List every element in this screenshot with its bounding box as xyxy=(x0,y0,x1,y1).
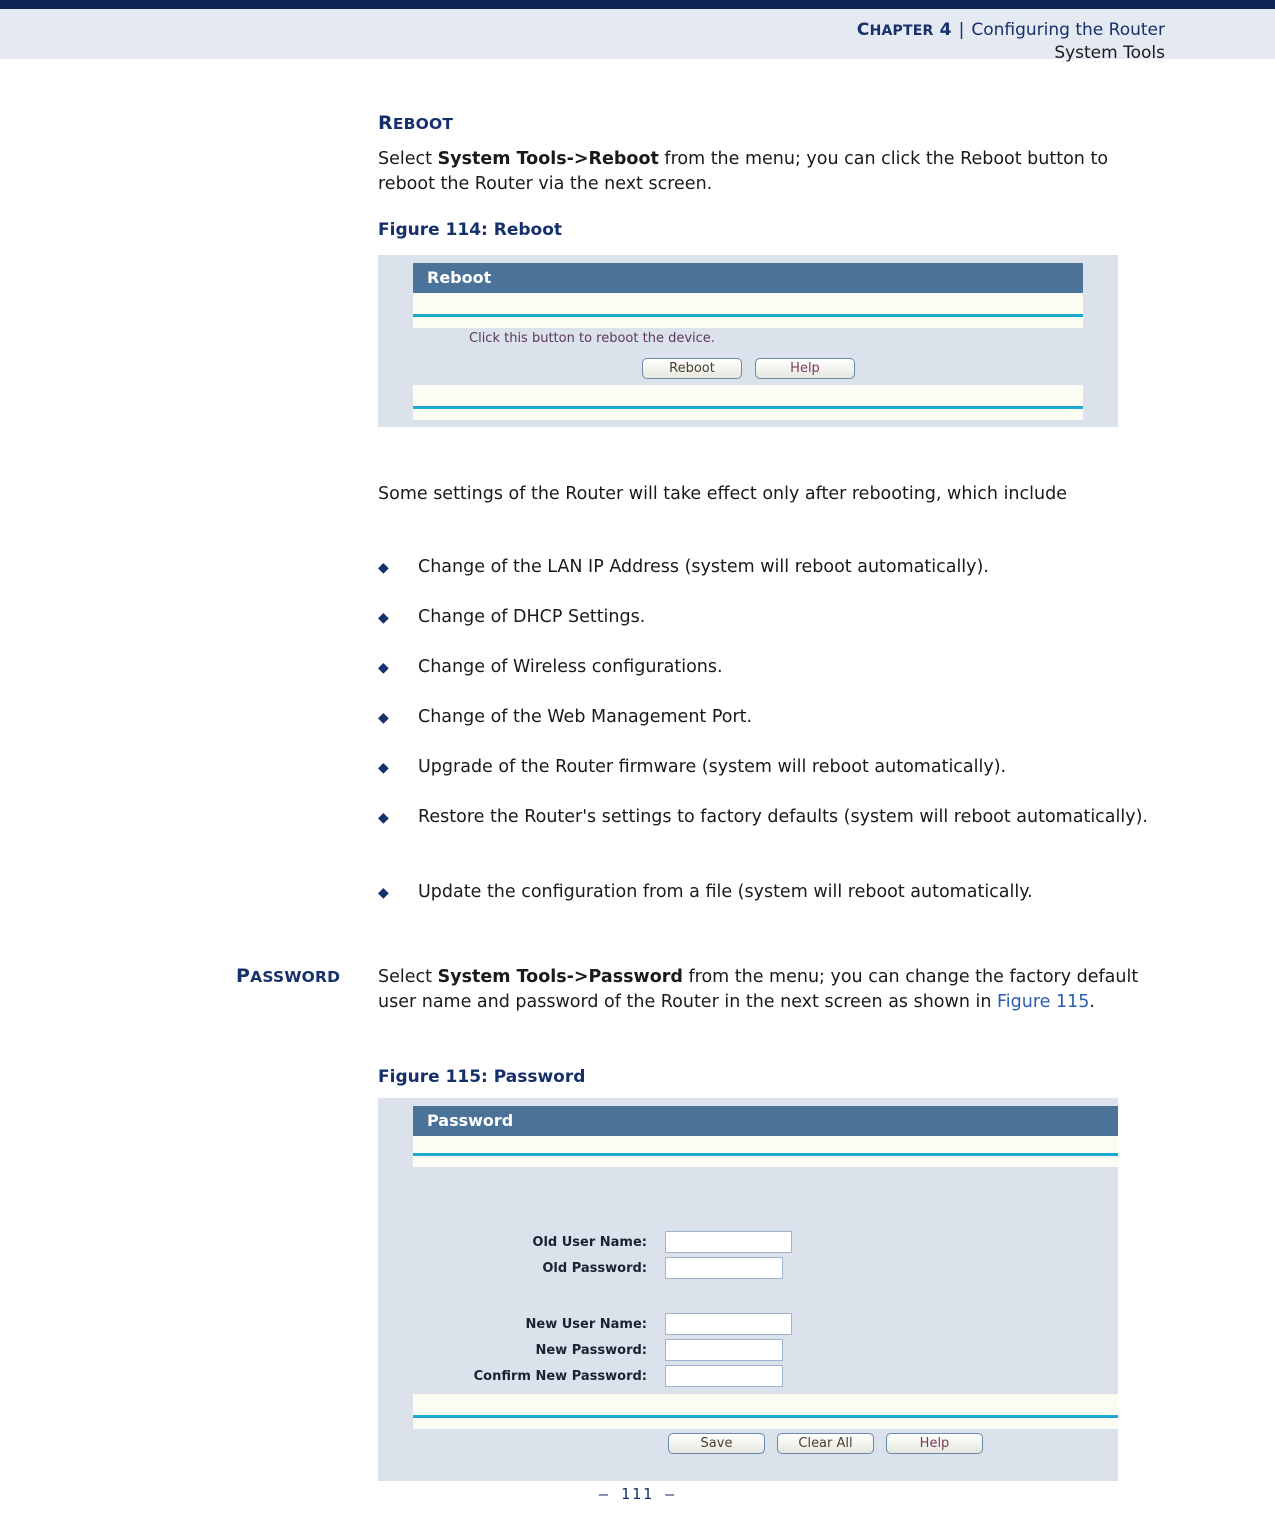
reboot-instruction-text: Click this button to reboot the device. xyxy=(469,331,715,346)
panel-strip-bottom xyxy=(413,385,1083,406)
confirm-new-password-label: Confirm New Password: xyxy=(473,1369,647,1384)
panel-strip-bottom2 xyxy=(413,409,1083,420)
page-footer: – 111 – xyxy=(0,1485,1275,1503)
list-item: ◆ Change of Wireless configurations. xyxy=(378,655,1168,680)
list-item-label: Change of DHCP Settings. xyxy=(418,607,646,627)
header-chapter-line: CHAPTER 4 | Configuring the Router xyxy=(857,19,1165,42)
new-user-name-label: New User Name: xyxy=(525,1317,648,1332)
section-heading-password: PASSWORD xyxy=(236,965,341,987)
page-number: – 111 – xyxy=(598,1485,677,1503)
help-button[interactable]: Help xyxy=(886,1433,983,1454)
diamond-bullet-icon: ◆ xyxy=(378,710,389,726)
panel-strip-top2 xyxy=(413,1156,1118,1167)
new-user-name-input[interactable] xyxy=(665,1313,792,1335)
list-item-label: Upgrade of the Router firmware (system w… xyxy=(418,757,1007,777)
password-intro-prefix: Select xyxy=(378,967,438,987)
figure-reboot-screenshot: Reboot Click this button to reboot the d… xyxy=(378,255,1118,427)
section-heading-reboot: REBOOT xyxy=(378,112,454,134)
list-item: ◆ Change of the Web Management Port. xyxy=(378,705,1168,730)
old-user-name-label: Old User Name: xyxy=(532,1235,647,1250)
list-item-label: Update the configuration from a file (sy… xyxy=(418,882,1033,902)
diamond-bullet-icon: ◆ xyxy=(378,610,389,626)
reboot-help-button[interactable]: Help xyxy=(755,358,855,379)
header-subtitle: System Tools xyxy=(1054,43,1165,63)
figure-caption-115: Figure 115: Password xyxy=(378,1067,586,1087)
chapter-label: CHAPTER 4 xyxy=(856,20,952,40)
diamond-bullet-icon: ◆ xyxy=(378,810,389,826)
reboot-note-paragraph: Some settings of the Router will take ef… xyxy=(378,484,1067,504)
reboot-panel-title: Reboot xyxy=(413,263,1083,293)
panel-strip-top xyxy=(413,1136,1118,1153)
list-item-label: Restore the Router's settings to factory… xyxy=(418,807,1148,827)
reboot-intro-prefix: Select xyxy=(378,149,438,169)
diamond-bullet-icon: ◆ xyxy=(378,885,389,901)
reboot-intro-menu-path: System Tools->Reboot xyxy=(437,149,659,169)
confirm-new-password-input[interactable] xyxy=(665,1365,783,1387)
panel-strip-bottom xyxy=(413,1394,1118,1415)
chapter-title: Configuring the Router xyxy=(971,20,1165,40)
reboot-button[interactable]: Reboot xyxy=(642,358,742,379)
reboot-intro-paragraph: Select System Tools->Reboot from the men… xyxy=(378,147,1168,197)
clear-all-button[interactable]: Clear All xyxy=(777,1433,874,1454)
figure-caption-114: Figure 114: Reboot xyxy=(378,220,563,240)
list-item: ◆ Change of DHCP Settings. xyxy=(378,605,1168,630)
list-item: ◆ Upgrade of the Router firmware (system… xyxy=(378,755,1168,780)
list-item-label: Change of the LAN IP Address (system wil… xyxy=(418,557,989,577)
list-item-label: Change of Wireless configurations. xyxy=(418,657,723,677)
old-password-label: Old Password: xyxy=(542,1261,647,1276)
figure-115-crossref-link[interactable]: Figure 115 xyxy=(997,992,1089,1012)
panel-strip-top2 xyxy=(413,317,1083,328)
panel-strip-top xyxy=(413,293,1083,314)
panel-strip-bottom2 xyxy=(413,1418,1118,1429)
diamond-bullet-icon: ◆ xyxy=(378,660,389,676)
password-intro-menu-path: System Tools->Password xyxy=(437,967,683,987)
password-intro-suffix: . xyxy=(1089,992,1095,1012)
new-password-label: New Password: xyxy=(535,1343,647,1358)
list-item: ◆ Restore the Router's settings to facto… xyxy=(378,805,1168,830)
list-item-label: Change of the Web Management Port. xyxy=(418,707,753,727)
new-password-input[interactable] xyxy=(665,1339,783,1361)
header-separator: | xyxy=(958,20,965,40)
top-rule xyxy=(0,0,1275,9)
diamond-bullet-icon: ◆ xyxy=(378,760,389,776)
password-panel-title: Password xyxy=(413,1106,1118,1136)
diamond-bullet-icon: ◆ xyxy=(378,560,389,576)
save-button[interactable]: Save xyxy=(668,1433,765,1454)
password-intro-paragraph: Select System Tools->Password from the m… xyxy=(378,965,1168,1015)
running-header: CHAPTER 4 | Configuring the Router System … xyxy=(0,9,1275,63)
old-password-input[interactable] xyxy=(665,1257,783,1279)
list-item: ◆ Change of the LAN IP Address (system w… xyxy=(378,555,1168,580)
figure-password-screenshot: Password Old User Name: Old Password: Ne… xyxy=(378,1098,1118,1481)
old-user-name-input[interactable] xyxy=(665,1231,792,1253)
list-item: ◆ Update the configuration from a file (… xyxy=(378,880,1168,905)
